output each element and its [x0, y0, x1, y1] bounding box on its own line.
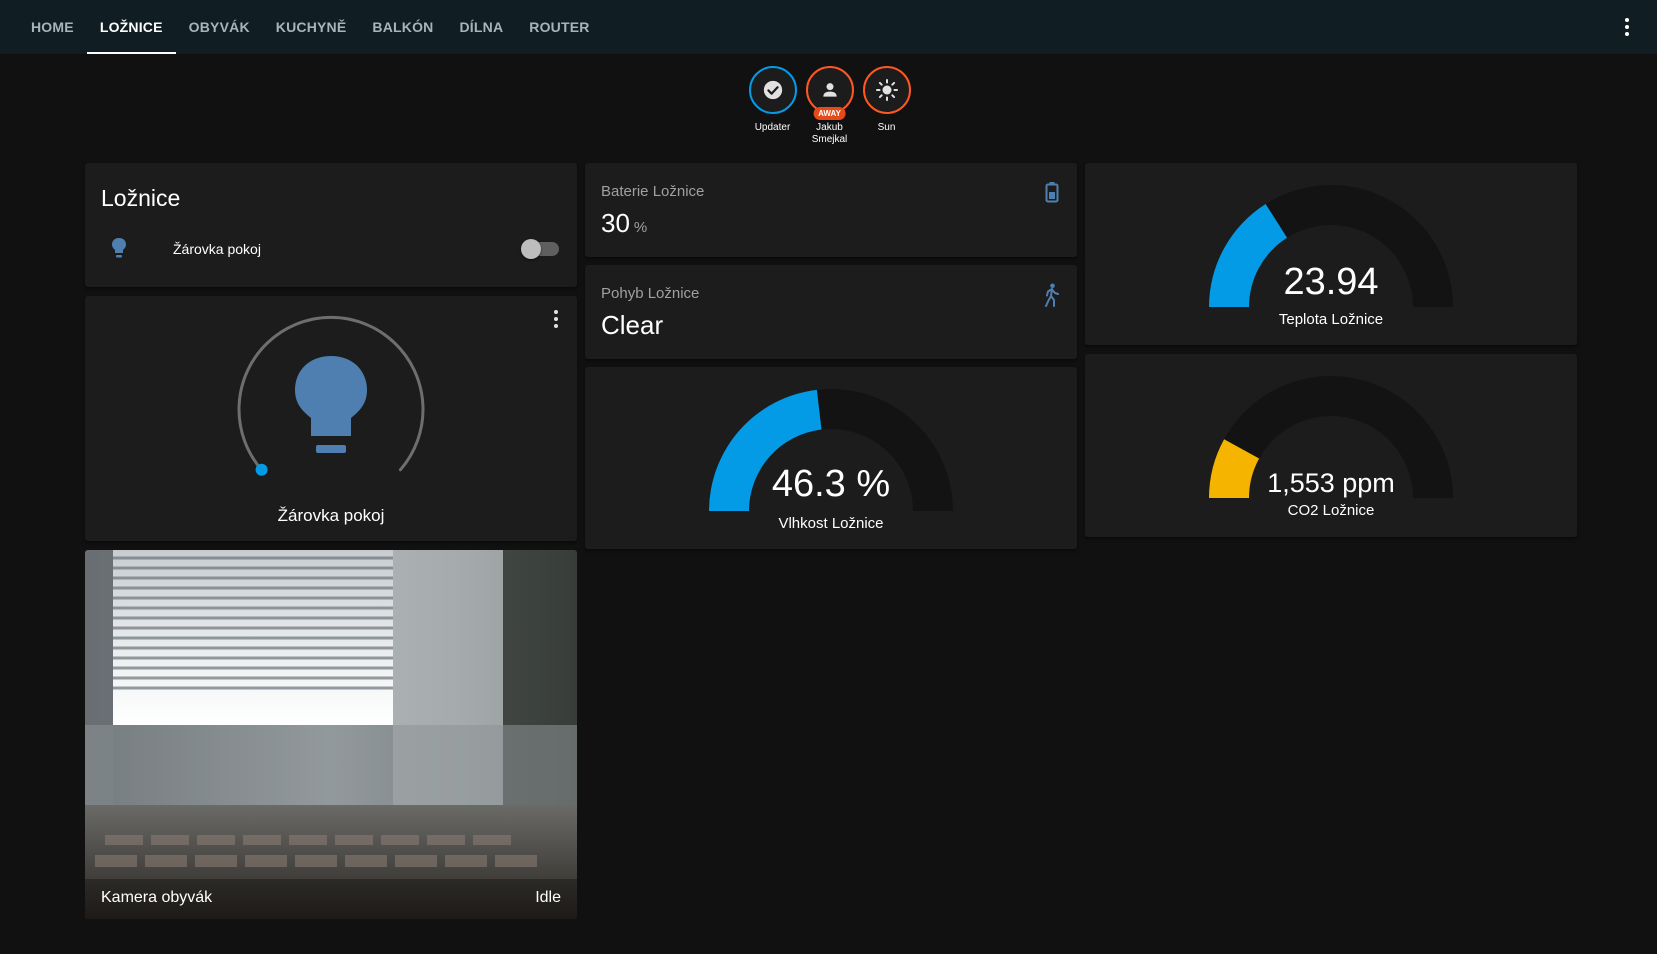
more-vertical-icon[interactable] [551, 310, 561, 330]
humidity-gauge-card[interactable]: 46.3 % Vlhkost Ložnice [585, 367, 1077, 549]
badge-person[interactable]: AWAY Jakub Smejkal [805, 66, 854, 146]
lightbulb-icon [112, 238, 126, 258]
camera-name: Kamera obyvák [101, 889, 213, 906]
motion-sensor-card[interactable]: Pohyb Ložnice Clear [585, 265, 1077, 359]
badge-person-circle: AWAY [805, 66, 854, 120]
light-card: Žárovka pokoj [85, 296, 577, 541]
battery-icon [1045, 182, 1059, 203]
badge-updater-circle [748, 66, 797, 114]
light-name: Žárovka pokoj [277, 506, 385, 525]
brightness-dial[interactable] [231, 308, 431, 488]
camera-card[interactable]: Kamera obyvák Idle [85, 550, 577, 919]
entity-row-zarovka[interactable]: Žárovka pokoj [101, 237, 559, 261]
tab-router[interactable]: ROUTER [516, 0, 602, 54]
badge-sun-circle [862, 66, 911, 114]
gauge-name: CO2 Ložnice [1287, 502, 1375, 519]
badge-person-state: AWAY [813, 107, 846, 120]
gauge-value: 1,553 ppm [1267, 468, 1395, 498]
temperature-gauge-card[interactable]: 23.94 Teplota Ložnice [1085, 163, 1577, 345]
camera-image [85, 550, 577, 919]
gauge-value: 23.94 [1283, 261, 1379, 303]
entities-card: Ložnice Žárovka pokoj [85, 163, 577, 287]
badge-updater-label: Updater [754, 122, 791, 133]
camera-state: Idle [535, 889, 561, 906]
tab-obyvak[interactable]: OBYVÁK [176, 0, 263, 54]
check-circle-icon [763, 80, 782, 100]
app-toolbar: HOME LOŽNICE OBYVÁK KUCHYNĚ BALKÓN DÍLNA… [0, 0, 1657, 54]
sensor-name: Pohyb Ložnice [601, 285, 700, 302]
toggle-knob [521, 239, 541, 259]
sensor-value: 30% [601, 208, 648, 238]
sun-icon [875, 79, 898, 101]
co2-gauge-card[interactable]: 1,553 ppm CO2 Ložnice [1085, 354, 1577, 537]
gauge-name: Teplota Ložnice [1278, 311, 1384, 328]
sensor-value: Clear [601, 310, 664, 340]
entity-name: Žárovka pokoj [173, 241, 261, 257]
tab-home[interactable]: HOME [18, 0, 87, 54]
badges-row: Updater AWAY Jakub Smejkal Sun [748, 66, 911, 146]
dial-handle [255, 463, 268, 476]
camera-caption: Kamera obyvák Idle [85, 879, 577, 919]
gauge-name: Vlhkost Ložnice [778, 515, 884, 532]
badge-sun[interactable]: Sun [862, 66, 911, 146]
tab-dilna[interactable]: DÍLNA [447, 0, 517, 54]
sensor-name: Baterie Ložnice [601, 183, 705, 200]
sensor-unit: % [633, 219, 648, 236]
card-title: Ložnice [101, 185, 181, 211]
light-toggle[interactable] [521, 239, 559, 259]
view-tabs: HOME LOŽNICE OBYVÁK KUCHYNĚ BALKÓN DÍLNA… [18, 0, 603, 54]
lightbulb-icon [295, 356, 367, 453]
more-vertical-icon[interactable] [1615, 14, 1639, 40]
badge-sun-label: Sun [877, 122, 896, 133]
tab-kuchyne[interactable]: KUCHYNĚ [263, 0, 360, 54]
battery-sensor-card[interactable]: Baterie Ložnice 30% [585, 163, 1077, 257]
badge-person-label: Jakub Smejkal [811, 122, 848, 145]
badge-updater[interactable]: Updater [748, 66, 797, 146]
tab-loznice[interactable]: LOŽNICE [86, 0, 176, 54]
person-icon [822, 83, 837, 97]
walk-icon [1045, 283, 1059, 307]
gauge-value: 46.3 % [771, 463, 891, 505]
tab-balkon[interactable]: BALKÓN [359, 0, 446, 54]
